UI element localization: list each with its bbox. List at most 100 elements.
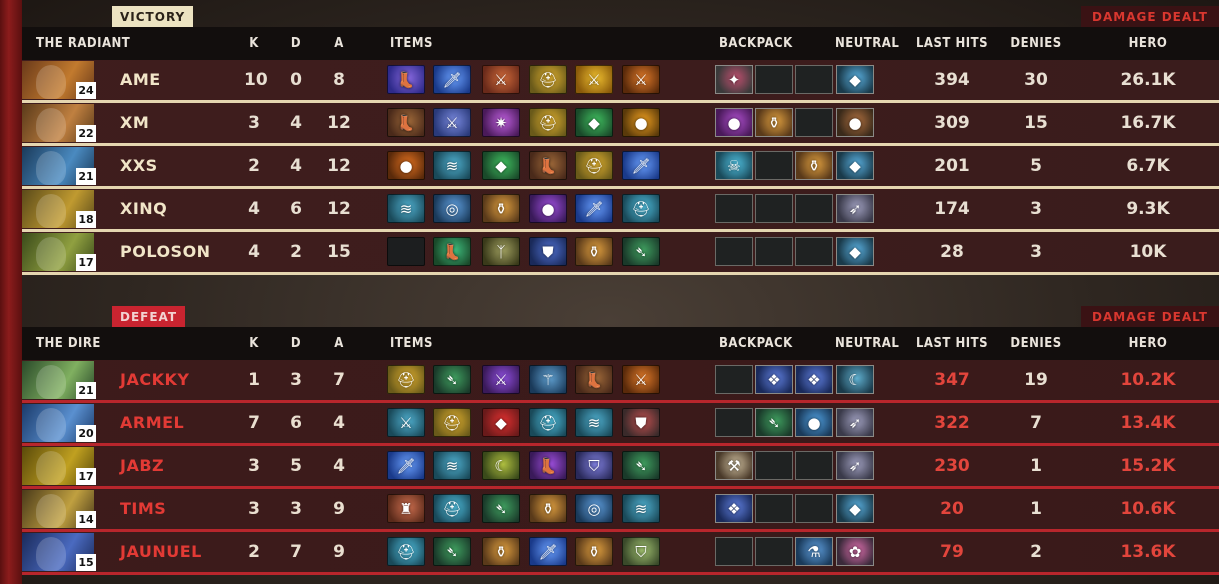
backpack-skull-icon[interactable]: ☠ — [715, 151, 753, 180]
shield-icon[interactable]: ⛉ — [575, 451, 613, 480]
sword-icon[interactable]: ⚔ — [622, 65, 660, 94]
empty-backpack-slot[interactable] — [715, 408, 753, 437]
neutral-feather-icon[interactable]: ➶ — [836, 408, 874, 437]
backpack-crystal-icon[interactable]: ❖ — [755, 365, 793, 394]
player-name[interactable]: XXS — [120, 146, 158, 186]
kills-header[interactable]: K — [244, 27, 264, 60]
boots-icon[interactable]: 👢 — [387, 65, 425, 94]
neutral-rune-icon[interactable]: ◆ — [836, 494, 874, 523]
gem-icon[interactable]: ◆ — [482, 408, 520, 437]
boots-icon[interactable]: 👢 — [575, 365, 613, 394]
empty-backpack-slot[interactable] — [755, 151, 793, 180]
flask-icon[interactable]: ⚱ — [482, 537, 520, 566]
player-row[interactable]: 15 JAUNUEL 2 7 9 ⛑ ➴ ⚱ 🗡 ⚱ ⛉ ⚗ ✿ 79 2 13.6K — [22, 532, 1219, 572]
helm-icon[interactable]: ⛑ — [433, 408, 471, 437]
wave-icon[interactable]: ≋ — [433, 451, 471, 480]
gem-icon[interactable]: ◆ — [575, 108, 613, 137]
dart-icon[interactable]: ➴ — [433, 365, 471, 394]
backpack-axe-icon[interactable]: ⚒ — [715, 451, 753, 480]
neutral-rune-icon[interactable]: ◆ — [836, 237, 874, 266]
flask-icon[interactable]: ⚱ — [575, 537, 613, 566]
empty-backpack-slot[interactable] — [715, 365, 753, 394]
blade-icon[interactable]: ⚔ — [482, 365, 520, 394]
helm-icon[interactable]: ⛑ — [622, 194, 660, 223]
denies-header[interactable]: DENIES — [994, 327, 1078, 360]
backpack-crystal-icon[interactable]: ❖ — [715, 494, 753, 523]
ring-icon[interactable]: ◎ — [433, 194, 471, 223]
orb-icon[interactable]: ● — [529, 194, 567, 223]
claw-icon[interactable]: ☾ — [482, 451, 520, 480]
last-hits-header[interactable]: LAST HITS — [910, 27, 994, 60]
boots-icon[interactable]: 👢 — [529, 151, 567, 180]
sword-icon[interactable]: ⚔ — [622, 365, 660, 394]
helm-icon[interactable]: ⛑ — [433, 494, 471, 523]
neutral-flower-icon[interactable]: ✿ — [836, 537, 874, 566]
player-row[interactable]: 21 XXS 2 4 12 ● ≋ ◆ 👢 ⛑ 🗡 ☠ ⚱ ◆ 201 5 6.7K — [22, 146, 1219, 186]
player-name[interactable]: ARMEL — [120, 403, 184, 443]
empty-backpack-slot[interactable] — [795, 494, 833, 523]
flask-icon[interactable]: ⚱ — [529, 494, 567, 523]
empty-backpack-slot[interactable] — [795, 194, 833, 223]
player-row[interactable]: 18 XINQ 4 6 12 ≋ ◎ ⚱ ● 🗡 ⛑ ➶ 174 3 9.3K — [22, 189, 1219, 229]
dart-icon[interactable]: ➴ — [622, 451, 660, 480]
flask-icon[interactable]: ⚱ — [575, 237, 613, 266]
ring-icon[interactable]: ◎ — [575, 494, 613, 523]
denies-header[interactable]: DENIES — [994, 27, 1078, 60]
empty-backpack-slot[interactable] — [795, 108, 833, 137]
player-row[interactable]: 21 JACKKY 1 3 7 ⛑ ➴ ⚔ ⚚ 👢 ⚔ ❖ ❖ ☾ 347 19 10.2K — [22, 360, 1219, 400]
empty-backpack-slot[interactable] — [795, 65, 833, 94]
assists-header[interactable]: A — [329, 27, 349, 60]
empty-backpack-slot[interactable] — [795, 451, 833, 480]
scepter-icon[interactable]: ⚚ — [529, 365, 567, 394]
backpack-crystal-icon[interactable]: ❖ — [795, 365, 833, 394]
empty-backpack-slot[interactable] — [755, 494, 793, 523]
empty-backpack-slot[interactable] — [755, 237, 793, 266]
empty-backpack-slot[interactable] — [795, 237, 833, 266]
boots-icon[interactable]: 👢 — [529, 451, 567, 480]
backpack-flask-icon[interactable]: ⚱ — [795, 151, 833, 180]
helm-icon[interactable]: ⛑ — [387, 365, 425, 394]
dart-icon[interactable]: ➴ — [482, 494, 520, 523]
dart-icon[interactable]: ➴ — [622, 237, 660, 266]
player-name[interactable]: XINQ — [120, 189, 167, 229]
helm-icon[interactable]: ⛑ — [387, 537, 425, 566]
wave-icon[interactable]: ≋ — [622, 494, 660, 523]
dart-icon[interactable]: ➴ — [433, 537, 471, 566]
deaths-header[interactable]: D — [286, 327, 306, 360]
backpack-orb-icon[interactable]: ● — [795, 408, 833, 437]
player-name[interactable]: XM — [120, 103, 149, 143]
empty-backpack-slot[interactable] — [755, 65, 793, 94]
idol-icon[interactable]: ♜ — [387, 494, 425, 523]
player-name[interactable]: JAUNUEL — [120, 532, 202, 572]
dagger-icon[interactable]: 🗡 — [622, 151, 660, 180]
wave-icon[interactable]: ≋ — [433, 151, 471, 180]
boots-icon[interactable]: 👢 — [433, 237, 471, 266]
hero-damage-header[interactable]: HERO — [1078, 327, 1218, 360]
assists-header[interactable]: A — [329, 327, 349, 360]
neutral-seed-icon[interactable]: ● — [836, 108, 874, 137]
neutral-feather-icon[interactable]: ➶ — [836, 194, 874, 223]
player-name[interactable]: JACKKY — [120, 360, 189, 400]
weapon-icon[interactable]: ⚔ — [482, 65, 520, 94]
sword-icon[interactable]: ⚔ — [387, 408, 425, 437]
player-name[interactable]: AME — [120, 60, 161, 100]
player-row[interactable]: 20 ARMEL 7 6 4 ⚔ ⛑ ◆ ⛑ ≋ ⛊ ➴ ● ➶ 322 7 13.4K — [22, 403, 1219, 443]
blade-icon[interactable]: ⚔ — [433, 108, 471, 137]
last-hits-header[interactable]: LAST HITS — [910, 327, 994, 360]
wave-icon[interactable]: ≋ — [575, 408, 613, 437]
backpack-charm-icon[interactable]: ✦ — [715, 65, 753, 94]
flask-icon[interactable]: ⚱ — [482, 194, 520, 223]
backpack-dart-icon[interactable]: ➴ — [755, 408, 793, 437]
backpack-flask-icon[interactable]: ⚱ — [755, 108, 793, 137]
dagger-icon[interactable]: 🗡 — [575, 194, 613, 223]
player-row[interactable]: 24 AME 10 0 8 👢 🗡 ⚔ ⛑ ⚔ ⚔ ✦ ◆ 394 30 26.1K — [22, 60, 1219, 100]
staff-icon[interactable]: ᛉ — [482, 237, 520, 266]
player-row[interactable]: 17 JABZ 3 5 4 🗡 ≋ ☾ 👢 ⛉ ➴ ⚒ ➶ 230 1 15.2K — [22, 446, 1219, 486]
deaths-header[interactable]: D — [286, 27, 306, 60]
empty-item-slot[interactable] — [387, 237, 425, 266]
neutral-feather-icon[interactable]: ➶ — [836, 451, 874, 480]
player-name[interactable]: POLOSON — [120, 232, 211, 272]
player-name[interactable]: TIMS — [120, 489, 166, 529]
empty-backpack-slot[interactable] — [755, 194, 793, 223]
armor-icon[interactable]: ⛊ — [529, 237, 567, 266]
